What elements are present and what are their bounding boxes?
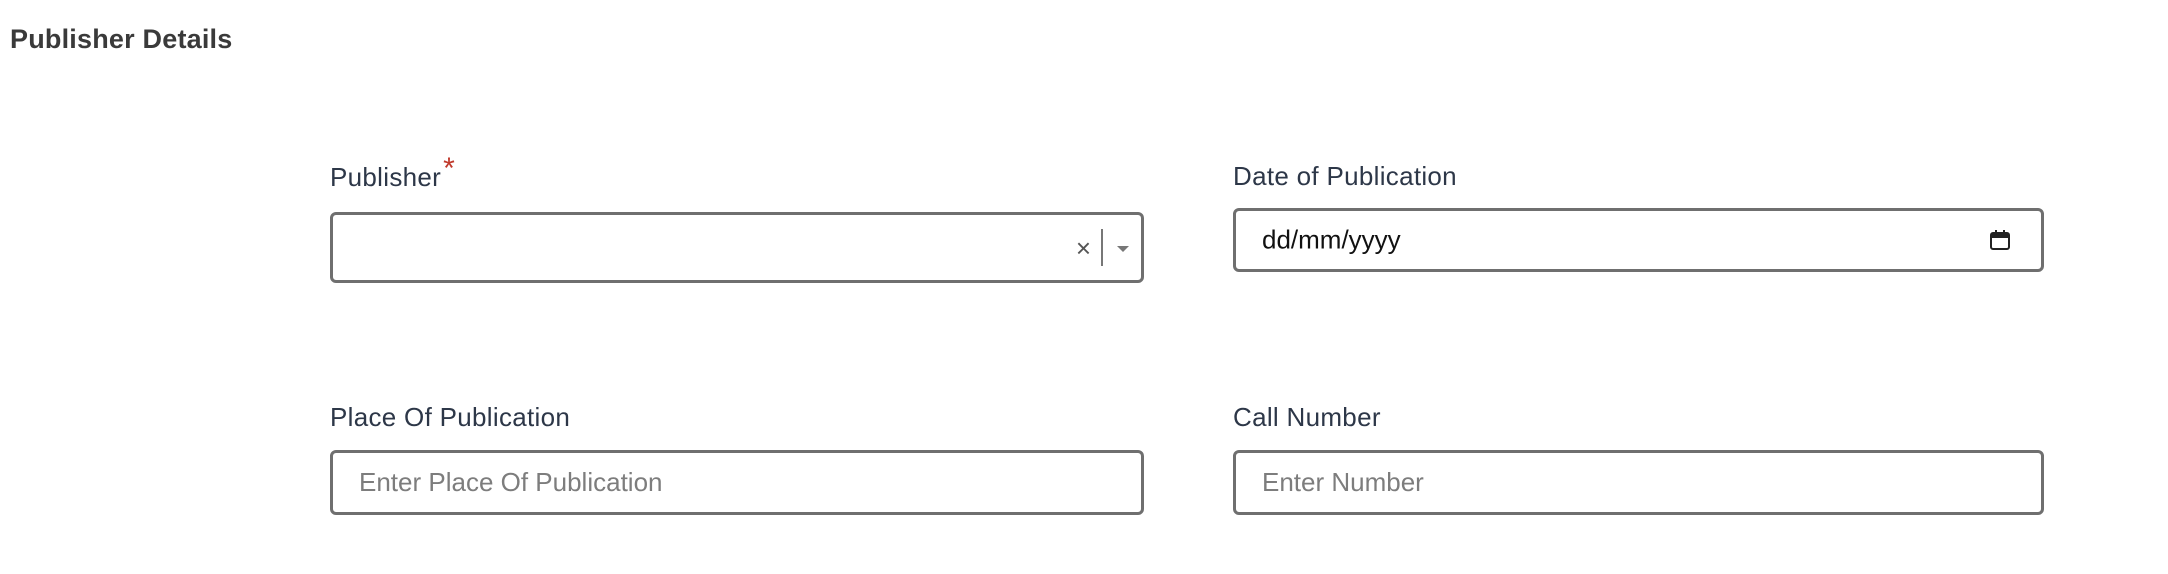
clear-icon[interactable]: ×: [1076, 235, 1091, 261]
place-of-publication-field[interactable]: [330, 450, 1144, 515]
date-of-publication-input[interactable]: dd/mm/yyyy: [1233, 208, 2044, 272]
date-of-publication-label: Date of Publication: [1233, 161, 1457, 191]
date-placeholder: dd/mm/yyyy: [1262, 224, 1401, 255]
call-number-field[interactable]: [1233, 450, 2044, 515]
publisher-select[interactable]: ×: [330, 212, 1144, 283]
place-of-publication-label: Place Of Publication: [330, 402, 571, 432]
section-title: Publisher Details: [10, 24, 233, 54]
publisher-label-text: Publisher: [330, 162, 442, 192]
call-number-input[interactable]: [1236, 453, 2041, 512]
publisher-label: Publisher*: [330, 152, 455, 194]
select-separator: [1101, 229, 1103, 266]
chevron-down-icon[interactable]: [1117, 245, 1129, 252]
required-asterisk: *: [443, 152, 456, 185]
calendar-icon[interactable]: [1989, 229, 2011, 251]
place-of-publication-input[interactable]: [333, 453, 1141, 512]
call-number-label: Call Number: [1233, 402, 1381, 432]
